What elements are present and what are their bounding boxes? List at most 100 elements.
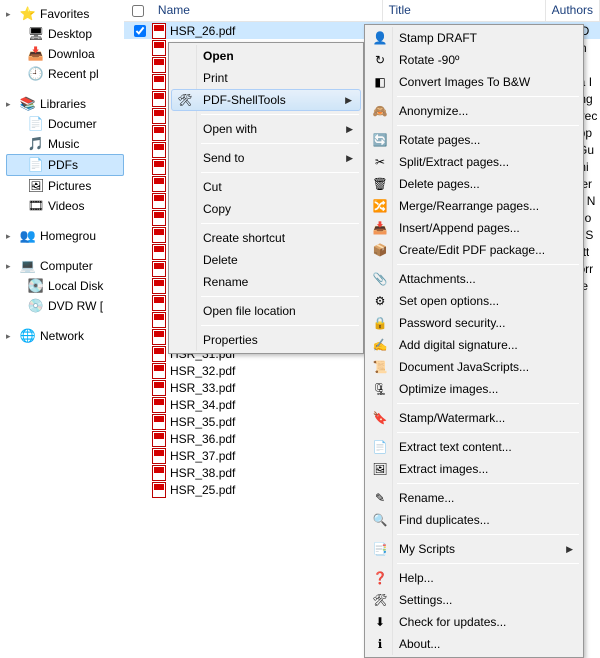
menu-item-label: Optimize images... [399,382,498,396]
menu-item[interactable]: 🖼 Extract images... [367,458,581,480]
menu-item[interactable]: Cut [171,176,361,198]
pdf-file-icon [152,346,166,362]
menu-item-label: Find duplicates... [399,513,490,527]
nav-dvd[interactable]: 💿DVD RW [ [6,296,124,316]
menu-separator [201,296,359,297]
col-authors[interactable]: Authors [546,0,600,21]
menu-item-icon: 🖼 [372,461,388,477]
homegroup-icon: 👥 [20,228,36,244]
nav-homegroup[interactable]: ▸👥Homegrou [6,226,124,246]
pdf-lib-icon: 📄 [28,157,44,173]
menu-item-icon: 🔄 [372,132,388,148]
menu-item[interactable]: ⚙Set open options... [367,290,581,312]
menu-item-label: Extract images... [399,462,488,476]
menu-item[interactable]: Properties [171,329,361,351]
pdf-file-icon [152,142,166,158]
pdf-file-icon [152,329,166,345]
menu-separator [397,432,579,433]
select-all-checkbox[interactable] [132,5,144,17]
star-icon: ⭐ [20,6,36,22]
menu-item-label: Rename [203,275,248,289]
nav-pictures[interactable]: 🖼Pictures [6,176,124,196]
file-name: HSR_37.pdf [170,449,235,463]
menu-item-icon: ↻ [372,52,388,68]
menu-item[interactable]: ℹAbout... [367,633,581,655]
menu-item-icon: ✂ [372,154,388,170]
menu-item[interactable]: 🗑Delete pages... [367,173,581,195]
menu-item[interactable]: Rename [171,271,361,293]
submenu-arrow-icon: ▶ [346,124,353,135]
nav-libraries[interactable]: ▸📚Libraries [6,94,124,114]
nav-local-disk[interactable]: 💽Local Disk [6,276,124,296]
menu-item[interactable]: 📑My Scripts▶ [367,538,581,560]
menu-item[interactable]: 🗜Optimize images... [367,378,581,400]
menu-item[interactable]: ⬇Check for updates... [367,611,581,633]
menu-item[interactable]: 📄Extract text content... [367,436,581,458]
network-icon: 🌐 [20,328,36,344]
menu-item-label: PDF-ShellTools [203,93,286,107]
menu-item[interactable]: ◧Convert Images To B&W [367,71,581,93]
menu-item[interactable]: 🙈Anonymize... [367,100,581,122]
menu-item[interactable]: ✍Add digital signature... [367,334,581,356]
menu-item[interactable]: 🔍 Find duplicates... [367,509,581,531]
pdf-file-icon [152,278,166,294]
menu-item[interactable]: Delete [171,249,361,271]
menu-item-icon: ✍ [372,337,388,353]
menu-item-label: Create/Edit PDF package... [399,243,545,257]
menu-item-label: Merge/Rearrange pages... [399,199,539,213]
col-title[interactable]: Title [383,0,546,21]
menu-item[interactable]: ↻Rotate -90º [367,49,581,71]
menu-item[interactable]: Open file location [171,300,361,322]
menu-item[interactable]: 📜Document JavaScripts... [367,356,581,378]
nav-recent[interactable]: 🕘Recent pl [6,64,124,84]
menu-item-icon: 📥 [372,220,388,236]
menu-item-label: Send to [203,151,244,165]
menu-item-icon [176,48,192,64]
nav-network[interactable]: ▸🌐Network [6,326,124,346]
menu-item[interactable]: Open [171,45,361,67]
file-name: HSR_33.pdf [170,381,235,395]
row-checkbox[interactable] [134,25,146,37]
menu-item-icon: 🔍 [372,512,388,528]
desktop-icon: 🖥 [28,26,44,42]
nav-videos[interactable]: 🎞Videos [6,196,124,216]
menu-item[interactable]: 📎Attachments... [367,268,581,290]
nav-downloads[interactable]: 📥Downloa [6,44,124,64]
menu-item-label: Settings... [399,593,452,607]
menu-item[interactable]: Copy [171,198,361,220]
menu-item[interactable]: 👤Stamp DRAFT [367,27,581,49]
menu-item[interactable]: Print [171,67,361,89]
menu-item[interactable]: ❓Help... [367,567,581,589]
menu-item-icon: ❓ [372,570,388,586]
submenu-arrow-icon: ▶ [346,153,353,164]
menu-item[interactable]: Send to ▶ [171,147,361,169]
menu-item[interactable]: 🔀Merge/Rearrange pages... [367,195,581,217]
nav-documents[interactable]: 📄Documer [6,114,124,134]
nav-favorites[interactable]: ▸⭐Favorites [6,4,124,24]
menu-item[interactable]: 🔒Password security... [367,312,581,334]
nav-music[interactable]: 🎵Music [6,134,124,154]
menu-item[interactable]: ✂Split/Extract pages... [367,151,581,173]
col-name[interactable]: Name [152,0,383,21]
menu-item[interactable]: 📥 Insert/Append pages... [367,217,581,239]
disk-icon: 💽 [28,278,44,294]
pdf-file-icon [152,210,166,226]
menu-item-label: Convert Images To B&W [399,75,530,89]
menu-item[interactable]: 🛠PDF-ShellTools▶ [171,89,361,111]
pdf-file-icon [152,414,166,430]
nav-desktop[interactable]: 🖥Desktop [6,24,124,44]
menu-item-label: Insert/Append pages... [399,221,520,235]
menu-item[interactable]: Open with▶ [171,118,361,140]
menu-item[interactable]: ✎Rename... [367,487,581,509]
menu-item-icon: ℹ [372,636,388,652]
menu-item[interactable]: 📦Create/Edit PDF package... [367,239,581,261]
menu-item[interactable]: 🔄Rotate pages... [367,129,581,151]
menu-separator [397,563,579,564]
menu-item-label: Document JavaScripts... [399,360,529,374]
menu-item[interactable]: 🛠Settings... [367,589,581,611]
menu-item[interactable]: Create shortcut [171,227,361,249]
col-checkbox[interactable] [124,0,152,21]
nav-pdfs[interactable]: 📄PDFs [6,154,124,176]
nav-computer[interactable]: ▸💻Computer [6,256,124,276]
menu-item[interactable]: 🔖Stamp/Watermark... [367,407,581,429]
